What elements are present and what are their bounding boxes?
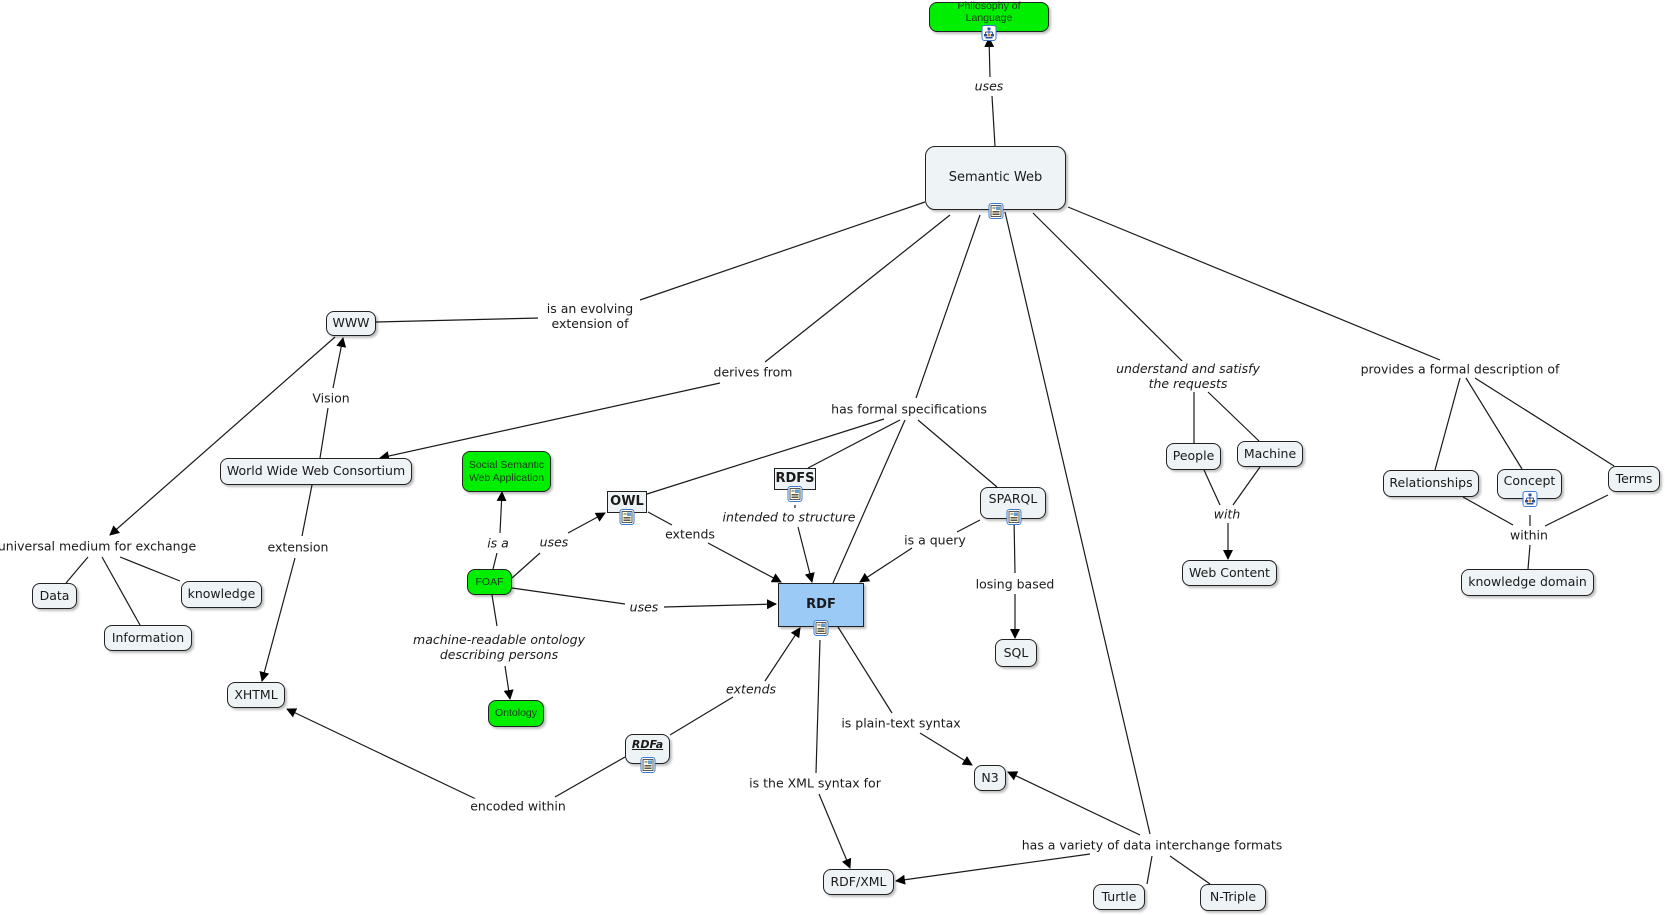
concept-n-triple[interactable]: N-Triple	[1200, 884, 1266, 911]
concept-people[interactable]: People	[1166, 443, 1221, 470]
link-label-within[interactable]: within	[1508, 527, 1550, 543]
document-image-icon[interactable]	[619, 509, 635, 525]
concept-sparql[interactable]: SPARQL	[980, 487, 1046, 525]
link-label-uses[interactable]: uses	[972, 78, 1006, 94]
concept-rdf-xml[interactable]: RDF/XML	[823, 869, 894, 895]
document-image-icon[interactable]	[787, 486, 803, 502]
concept-label: N-Triple	[1209, 889, 1257, 905]
link-label-extends-rdfa[interactable]: extends	[723, 681, 779, 697]
concept-social-semantic-web-application[interactable]: Social Semantic Web Application	[462, 451, 551, 492]
concept-label: Web Content	[1189, 564, 1270, 580]
concept-relationships[interactable]: Relationships	[1383, 470, 1479, 497]
link-label-losing-based[interactable]: losing based	[973, 576, 1057, 592]
link-label-with[interactable]: with	[1211, 506, 1243, 522]
concept-label: FOAF	[475, 575, 504, 588]
concept-rdfs[interactable]: RDFS	[774, 468, 816, 502]
concept-machine[interactable]: Machine	[1237, 441, 1303, 467]
concept-web-content[interactable]: Web Content	[1182, 560, 1277, 586]
concept-label: People	[1172, 448, 1215, 464]
link-label-extends-owl[interactable]: extends	[663, 526, 717, 542]
link-label-provides-formal-description[interactable]: provides a formal description of	[1358, 361, 1562, 377]
concept-knowledge-domain[interactable]: knowledge domain	[1461, 569, 1594, 596]
link-label-interchange-formats[interactable]: has a variety of data interchange format…	[1019, 837, 1285, 853]
concept-label: RDF/XML	[830, 873, 887, 889]
link-text: machine-readable ontology describing per…	[413, 632, 585, 662]
concept-label: RDFS	[775, 470, 815, 486]
link-label-vision[interactable]: Vision	[310, 390, 352, 406]
concept-label: RDF	[806, 596, 836, 612]
concept-map-icon[interactable]	[1522, 491, 1537, 507]
concept-world-wide-web-consortium[interactable]: World Wide Web Consortium	[220, 458, 412, 485]
link-label-intended-to-structure[interactable]: intended to structure	[720, 509, 858, 525]
concept-rdfa[interactable]: RDFa	[625, 734, 670, 773]
concept-philosophy-of-language[interactable]: Philosophy of Language	[929, 0, 1049, 41]
concept-label: Turtle	[1101, 888, 1137, 904]
link-label-is-a-query[interactable]: is a query	[902, 532, 968, 548]
link-label-uses-owl[interactable]: uses	[537, 534, 571, 550]
concept-information[interactable]: Information	[104, 625, 192, 651]
link-label-universal-medium[interactable]: universal medium for exchange	[0, 538, 199, 554]
link-label-extension[interactable]: extension	[265, 539, 331, 555]
concept-label: SPARQL	[988, 490, 1038, 506]
concept-data[interactable]: Data	[32, 583, 77, 609]
link-label-derives-from[interactable]: derives from	[711, 364, 795, 380]
document-image-icon[interactable]	[988, 203, 1003, 219]
concept-label: RDFa	[631, 737, 664, 751]
concept-turtle[interactable]: Turtle	[1093, 884, 1145, 910]
concept-label: OWL	[610, 493, 644, 509]
concept-label: knowledge domain	[1468, 574, 1587, 590]
document-image-icon[interactable]	[640, 757, 655, 773]
document-image-icon[interactable]	[813, 620, 829, 636]
link-label-understand-satisfy[interactable]: understand and satisfy the requests	[1111, 361, 1265, 391]
concept-label: N3	[981, 769, 999, 785]
concept-concept[interactable]: Concept	[1497, 469, 1562, 507]
concept-label: Data	[39, 587, 70, 603]
concept-label: Machine	[1243, 445, 1297, 461]
link-label-encoded-within[interactable]: encoded within	[468, 798, 568, 814]
concept-ontology[interactable]: Ontology	[488, 700, 544, 727]
link-label-xml-syntax-for[interactable]: is the XML syntax for	[747, 775, 883, 791]
concept-knowledge[interactable]: knowledge	[181, 581, 262, 608]
concept-label: Information	[111, 629, 185, 645]
concept-label: Social Semantic Web Application	[468, 459, 545, 484]
concept-owl[interactable]: OWL	[607, 491, 647, 525]
link-label-has-formal-specifications[interactable]: has formal specifications	[829, 401, 989, 417]
concept-label: World Wide Web Consortium	[226, 463, 406, 479]
link-label-machine-readable-ontology[interactable]: machine-readable ontology describing per…	[407, 632, 591, 662]
concept-label: Concept	[1503, 472, 1556, 488]
concept-label: Semantic Web	[948, 169, 1043, 185]
link-text: is an evolving extension of	[546, 301, 634, 331]
concept-label: WWW	[332, 315, 370, 331]
concept-n3[interactable]: N3	[974, 765, 1006, 791]
link-label-uses-rdf[interactable]: uses	[627, 599, 661, 615]
concept-rdf[interactable]: RDF	[778, 583, 864, 636]
concept-www[interactable]: WWW	[326, 311, 376, 336]
concept-label: Ontology	[494, 707, 538, 720]
concept-semantic-web[interactable]: Semantic Web	[925, 146, 1066, 219]
concept-label: Terms	[1615, 470, 1653, 486]
link-label-evolving-extension[interactable]: is an evolving extension of	[538, 301, 642, 331]
link-text: understand and satisfy the requests	[1116, 361, 1260, 391]
concept-label: SQL	[1003, 644, 1029, 660]
link-label-plain-text-syntax[interactable]: is plain-text syntax	[839, 715, 963, 731]
concept-label: Philosophy of Language	[957, 0, 1021, 24]
concept-xhtml[interactable]: XHTML	[227, 682, 285, 708]
concept-terms[interactable]: Terms	[1608, 466, 1660, 492]
document-image-icon[interactable]	[1006, 509, 1022, 525]
concept-map-icon[interactable]	[981, 25, 997, 41]
concept-sql[interactable]: SQL	[995, 639, 1037, 667]
concept-label: knowledge	[187, 586, 256, 602]
concept-label: XHTML	[234, 686, 278, 702]
concept-foaf[interactable]: FOAF	[467, 569, 512, 595]
link-label-is-a[interactable]: is a	[485, 535, 511, 551]
concept-label: Relationships	[1389, 475, 1473, 491]
